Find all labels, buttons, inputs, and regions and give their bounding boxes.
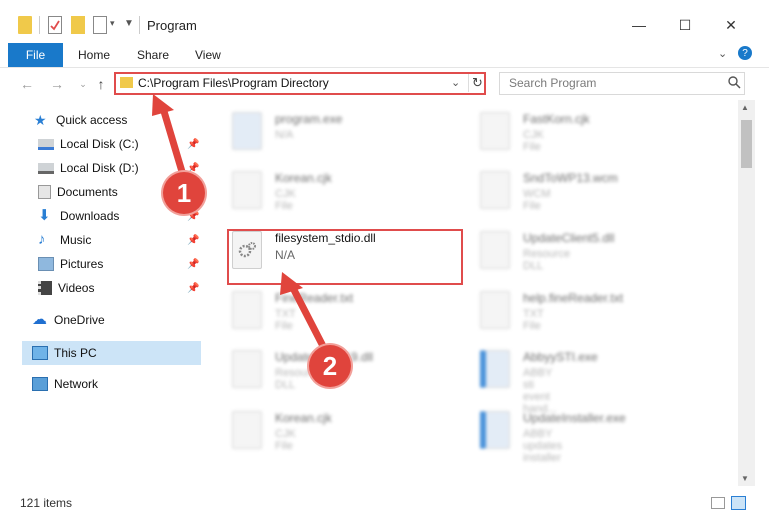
- step-marker-two: 2: [309, 345, 351, 387]
- step-marker-one: 1: [163, 172, 205, 214]
- arrow-one-head: [152, 94, 174, 116]
- arrow-one-shaft: [159, 104, 187, 179]
- annotation-arrows: [152, 94, 329, 354]
- arrow-two-shaft: [288, 282, 329, 354]
